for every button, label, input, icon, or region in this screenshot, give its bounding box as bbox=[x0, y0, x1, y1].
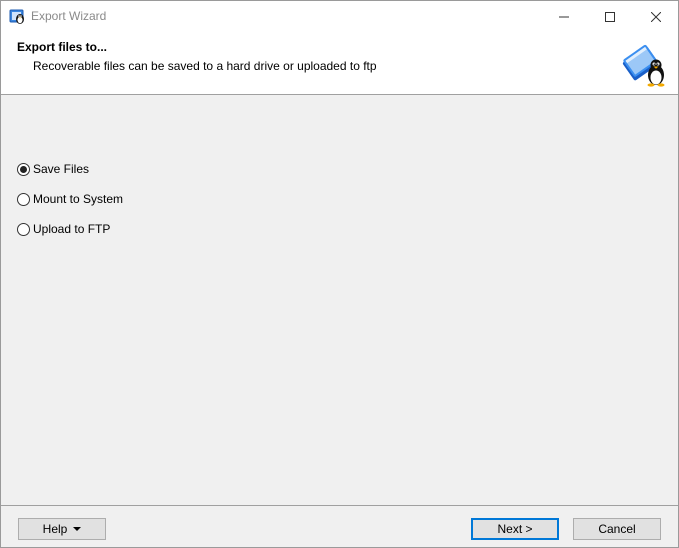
help-button[interactable]: Help bbox=[18, 518, 106, 540]
next-button[interactable]: Next > bbox=[471, 518, 559, 540]
minimize-button[interactable] bbox=[541, 1, 587, 32]
radio-label: Upload to FTP bbox=[33, 222, 111, 236]
radio-indicator[interactable] bbox=[17, 192, 30, 206]
export-wizard-window: Export Wizard Export files to... Recover… bbox=[0, 0, 679, 548]
title-bar[interactable]: Export Wizard bbox=[1, 1, 678, 32]
radio-indicator[interactable] bbox=[17, 162, 30, 176]
radio-label: Save Files bbox=[33, 162, 90, 176]
wizard-header: Export files to... Recoverable files can… bbox=[1, 32, 678, 95]
header-subtitle: Recoverable files can be saved to a hard… bbox=[33, 59, 377, 73]
radio-save-files[interactable]: Save Files bbox=[17, 160, 89, 178]
penguin-book-icon bbox=[619, 38, 671, 90]
close-icon bbox=[651, 11, 661, 22]
radio-mount-to-system[interactable]: Mount to System bbox=[17, 190, 123, 208]
radio-label: Mount to System bbox=[33, 192, 124, 206]
wizard-content: Save Files Mount to System Upload to FTP bbox=[1, 96, 678, 505]
cancel-button-label: Cancel bbox=[598, 522, 636, 536]
cancel-button[interactable]: Cancel bbox=[573, 518, 661, 540]
header-title: Export files to... bbox=[17, 40, 108, 54]
minimize-icon bbox=[559, 16, 569, 17]
window-title: Export Wizard bbox=[31, 9, 107, 23]
caret-down-icon bbox=[73, 527, 82, 531]
close-button[interactable] bbox=[633, 1, 678, 32]
help-button-label: Help bbox=[42, 522, 68, 536]
next-button-label: Next > bbox=[497, 522, 533, 536]
radio-upload-to-ftp[interactable]: Upload to FTP bbox=[17, 220, 110, 238]
wizard-footer: Help Next > Cancel bbox=[1, 505, 678, 547]
maximize-icon bbox=[605, 11, 615, 22]
penguin-app-icon bbox=[9, 8, 26, 25]
maximize-button[interactable] bbox=[587, 1, 633, 32]
radio-indicator[interactable] bbox=[17, 222, 30, 236]
